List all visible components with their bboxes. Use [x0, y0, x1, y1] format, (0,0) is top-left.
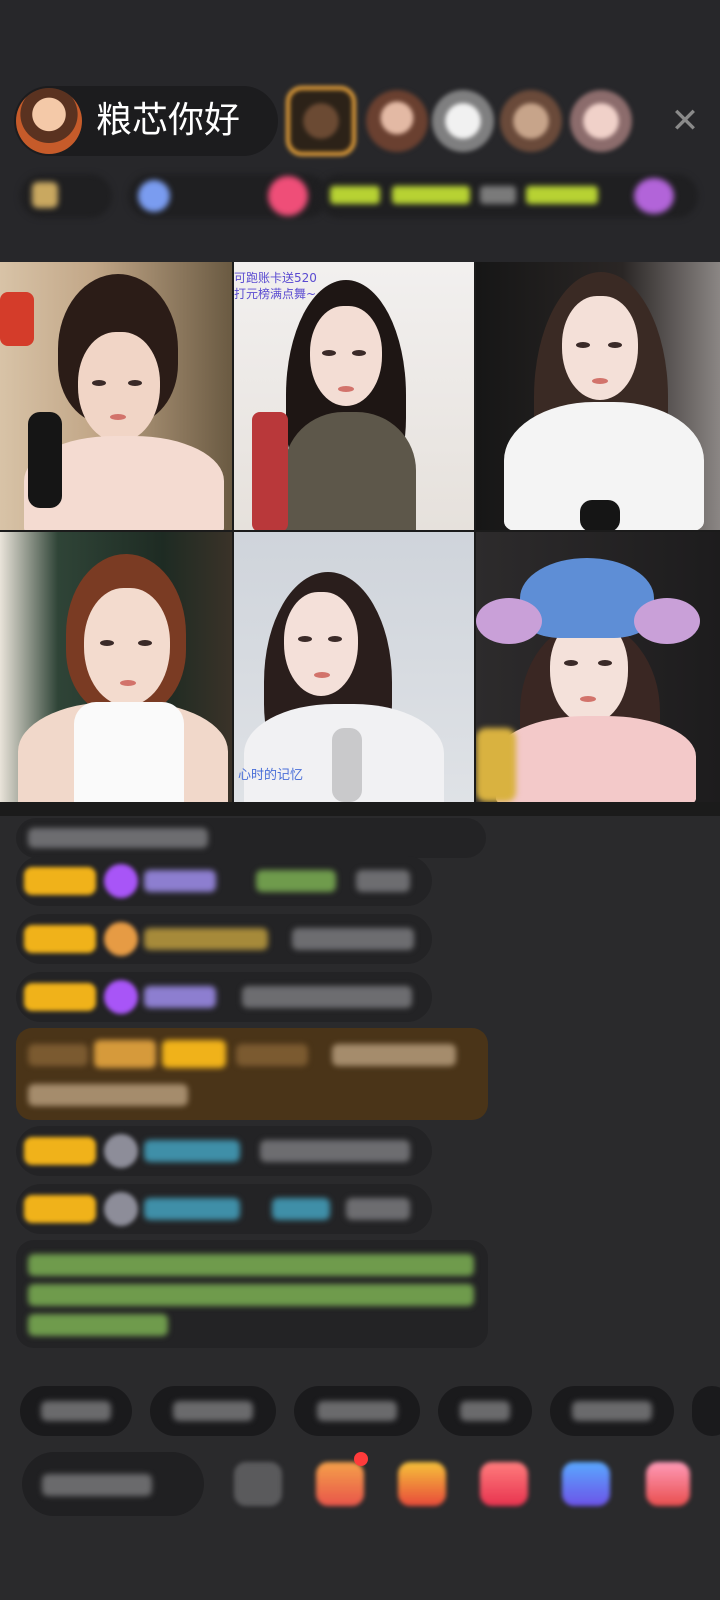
heart-gift-icon[interactable] — [480, 1462, 528, 1506]
viewer-avatar-5[interactable] — [570, 90, 632, 152]
avatar-icon — [104, 1134, 138, 1168]
chat-text — [332, 1044, 456, 1066]
gift-box-icon[interactable] — [316, 1462, 364, 1506]
quick-reply-2[interactable] — [150, 1386, 276, 1436]
quick-reply-6[interactable] — [692, 1386, 720, 1436]
chat-message[interactable] — [16, 818, 486, 858]
chat-message-highlight[interactable] — [16, 1028, 488, 1120]
activity-tag-1 — [330, 186, 380, 204]
game-icon[interactable] — [562, 1462, 610, 1506]
emoji-icon[interactable] — [234, 1462, 282, 1506]
lucky-bag-icon[interactable] — [398, 1462, 446, 1506]
gem-icon — [104, 864, 138, 898]
chat-username[interactable] — [144, 1140, 240, 1162]
level-badge — [94, 1040, 156, 1068]
chat-message[interactable] — [16, 972, 432, 1022]
level-badge — [24, 1137, 96, 1165]
notification-dot — [354, 1452, 368, 1466]
system-notice — [16, 1240, 488, 1348]
avatar-icon — [104, 1192, 138, 1226]
stream-info-row — [20, 174, 700, 222]
chat-username[interactable] — [256, 870, 336, 892]
chat-text — [28, 1084, 188, 1106]
level-badge — [24, 925, 96, 953]
microphone — [332, 728, 362, 802]
activity-icon[interactable] — [634, 178, 674, 214]
level-badge — [24, 867, 96, 895]
chat-message[interactable] — [16, 856, 432, 906]
chat-text — [292, 928, 414, 950]
gem-icon — [104, 980, 138, 1014]
chat-username[interactable] — [144, 986, 216, 1008]
chat-username[interactable] — [236, 1044, 308, 1066]
chat-username[interactable] — [144, 1198, 240, 1220]
chat-message[interactable] — [16, 1184, 432, 1234]
stream-overlay-caption: 心时的记忆 — [238, 768, 304, 783]
quick-reply-3[interactable] — [294, 1386, 420, 1436]
chat-username[interactable] — [272, 1198, 330, 1220]
viewer-avatar-1[interactable] — [286, 86, 356, 156]
mascot-sticker — [0, 292, 34, 346]
quick-reply-4[interactable] — [438, 1386, 532, 1436]
stream-tile-5[interactable]: 心时的记忆 — [234, 532, 474, 802]
host-info[interactable]: 粮芯你好 — [14, 86, 278, 156]
gift-icon[interactable] — [646, 1462, 690, 1506]
level-badge — [24, 983, 96, 1011]
level-badge — [162, 1040, 226, 1068]
stream-tile-6[interactable] — [476, 532, 720, 802]
chat-text — [28, 828, 208, 848]
viewer-avatar-3[interactable] — [432, 90, 494, 152]
chat-message[interactable] — [16, 1126, 432, 1176]
activity-tag-3 — [480, 186, 516, 204]
chat-username[interactable] — [144, 870, 216, 892]
plush-toy — [476, 728, 516, 802]
activity-tag-2 — [392, 186, 470, 204]
microphone — [580, 500, 620, 530]
chat-text — [356, 870, 410, 892]
quick-reply-5[interactable] — [550, 1386, 674, 1436]
chat-text — [346, 1198, 410, 1220]
notice-line — [28, 1314, 168, 1336]
stream-tile-4[interactable] — [0, 532, 232, 802]
stream-tile-1[interactable] — [0, 262, 232, 530]
viewer-avatar-2[interactable] — [366, 90, 428, 152]
chat-text — [242, 986, 412, 1008]
chat-message[interactable] — [16, 914, 432, 964]
fans-icon — [138, 180, 170, 212]
top-bar: 粮芯你好 ✕ — [0, 0, 720, 262]
viewer-avatar-4[interactable] — [500, 90, 562, 152]
notice-line — [28, 1254, 474, 1276]
microphone — [28, 412, 62, 508]
level-badge — [24, 1195, 96, 1223]
follow-icon[interactable] — [268, 176, 308, 216]
host-avatar[interactable] — [16, 88, 82, 154]
stream-overlay-caption: 可跑账卡送520 打元榜满点舞~ — [234, 271, 317, 301]
stream-tile-2[interactable]: 可跑账卡送520 打元榜满点舞~ — [234, 262, 474, 530]
activity-tag-4 — [526, 186, 598, 204]
rank-icon — [32, 182, 58, 208]
quick-reply-1[interactable] — [20, 1386, 132, 1436]
comment-input[interactable] — [22, 1452, 204, 1516]
multi-stream-grid: 可跑账卡送520 打元榜满点舞~ 心时的记忆 — [0, 262, 720, 816]
stream-tile-3[interactable] — [476, 262, 720, 530]
fan-badge-icon — [104, 922, 138, 956]
host-name: 粮芯你好 — [96, 100, 241, 141]
close-icon[interactable]: ✕ — [668, 104, 702, 138]
notice-line — [28, 1284, 474, 1306]
chat-username[interactable] — [144, 928, 268, 950]
chat-text — [260, 1140, 410, 1162]
chat-username[interactable] — [28, 1044, 88, 1066]
